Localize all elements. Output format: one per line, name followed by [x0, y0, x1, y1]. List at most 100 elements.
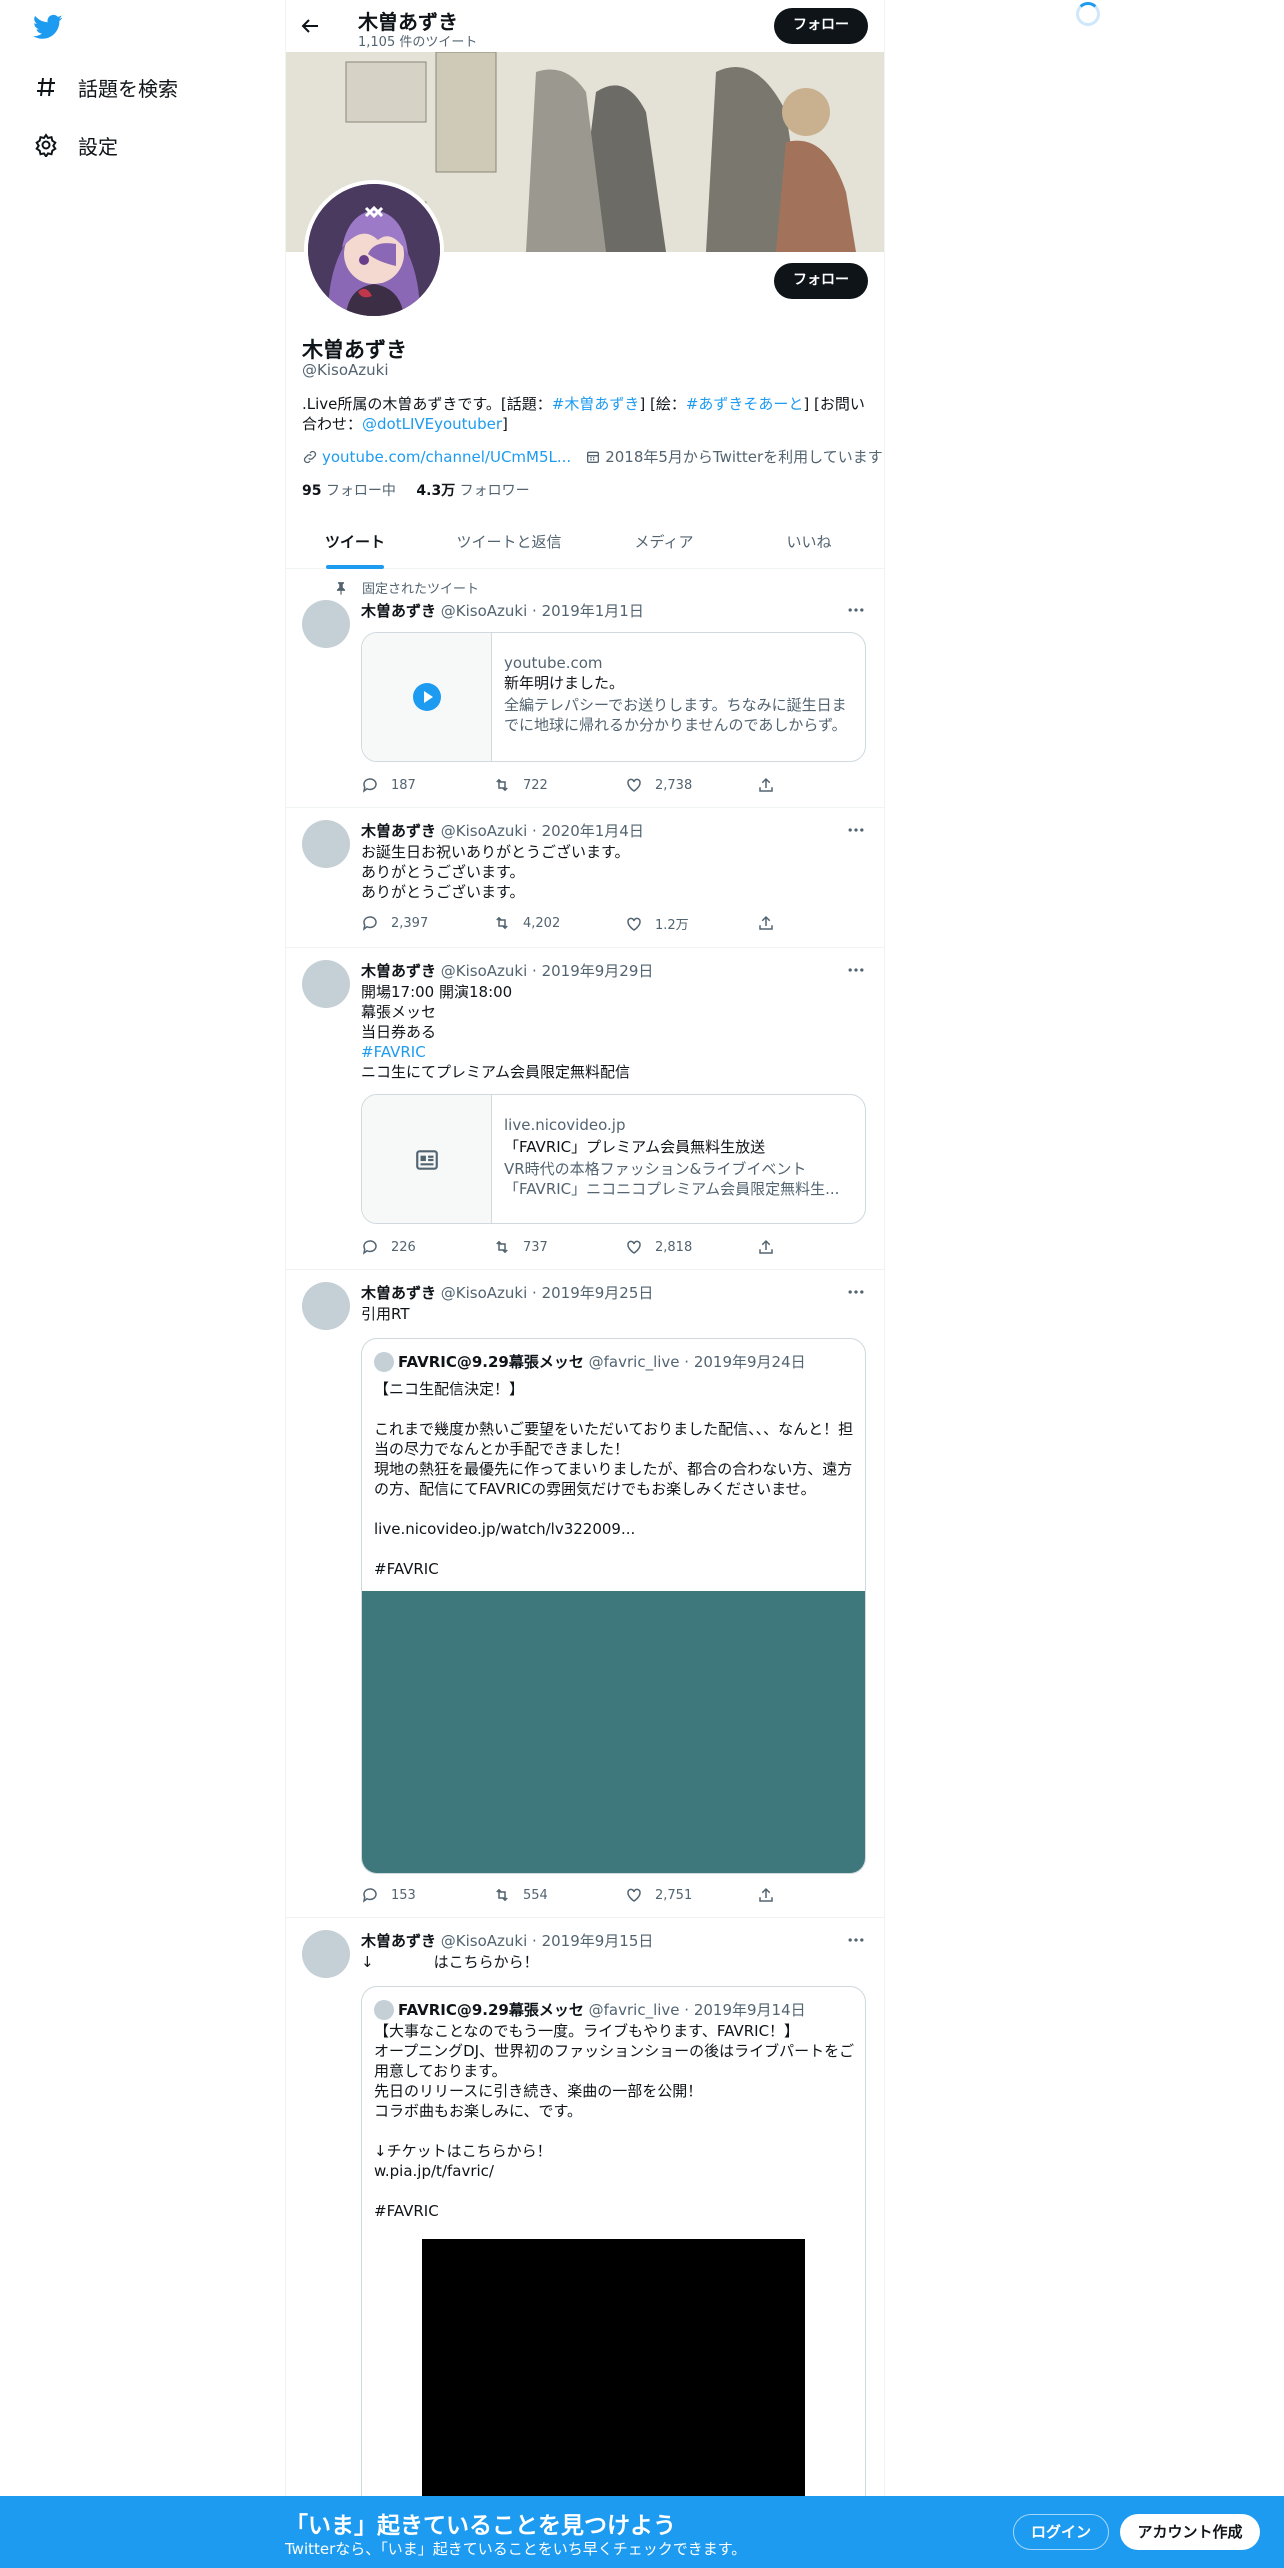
like-button[interactable]: 1.2万: [625, 914, 689, 933]
retweet-icon: [496, 916, 508, 930]
card-domain: youtube.com: [504, 654, 603, 672]
following-link[interactable]: 95 フォロー中: [302, 483, 396, 499]
reply-button[interactable]: 226: [361, 1238, 416, 1256]
retweet-count: 737: [523, 1239, 548, 1255]
profile-url-link[interactable]: youtube.com/channel/UCmM5L...: [322, 448, 571, 466]
tweet-author[interactable]: 木曽あずき: [361, 822, 436, 840]
heart-icon: [627, 917, 641, 931]
back-arrow-icon[interactable]: [298, 14, 322, 38]
reply-count: 187: [391, 777, 416, 793]
quoted-author: FAVRIC@9.29幕張メッセ: [398, 1353, 584, 1371]
gear-icon: [35, 133, 57, 157]
share-button[interactable]: [757, 776, 787, 794]
bio-hashtag-link[interactable]: #あずきそあーと: [686, 395, 804, 413]
tweet-actions: 226 737 2,818: [361, 1238, 801, 1258]
nav-settings[interactable]: 設定: [34, 125, 118, 165]
profile-avatar[interactable]: [304, 180, 444, 320]
profile-tabs: ツイート ツイートと返信 メディア いいね: [286, 516, 884, 569]
tweet-text: ↓ はこちらから！: [361, 1953, 539, 1971]
reply-count: 226: [391, 1239, 416, 1255]
tweet-author[interactable]: 木曽あずき: [361, 1932, 436, 1950]
bio-text: ]: [501, 415, 508, 433]
pin-icon: [336, 581, 346, 595]
signup-button[interactable]: アカウント作成: [1120, 2514, 1260, 2550]
nav-explore[interactable]: 話題を検索: [34, 67, 178, 107]
tweet-avatar[interactable]: [302, 820, 350, 868]
reply-button[interactable]: 2,397: [361, 914, 428, 932]
share-button[interactable]: [757, 914, 787, 932]
link-card[interactable]: youtube.com 新年明けました。 全編テレパシーでお送りします。ちなみに…: [361, 632, 866, 762]
tweet[interactable]: 木曽あずき @KisoAzuki · 2019年9月15日 ↓ はこちらから！ …: [286, 1918, 884, 2568]
retweet-button[interactable]: 4,202: [493, 914, 560, 932]
quoted-tweet[interactable]: FAVRIC@9.29幕張メッセ @favric_live · 2019年9月1…: [361, 1986, 866, 2568]
login-button[interactable]: ログイン: [1013, 2514, 1109, 2550]
followers-link[interactable]: 4.3万 フォロワー: [416, 483, 529, 499]
tweet-avatar[interactable]: [302, 600, 350, 648]
following-count: 95: [302, 483, 322, 499]
tweet-author[interactable]: 木曽あずき: [361, 962, 436, 980]
nav-settings-label: 設定: [78, 134, 118, 159]
tab-likes[interactable]: いいね: [734, 516, 884, 569]
tweet[interactable]: 木曽あずき @KisoAzuki · 2019年9月25日 引用RT FAVRI…: [286, 1270, 884, 1918]
reply-button[interactable]: 187: [361, 776, 416, 794]
tweet-meta: @KisoAzuki · 2019年9月15日: [440, 1932, 654, 1950]
tweet-author[interactable]: 木曽あずき: [361, 1284, 436, 1302]
twitter-logo-icon[interactable]: [33, 12, 63, 42]
tweet[interactable]: 木曽あずき @KisoAzuki · 2019年9月29日 開場17:00 開演…: [286, 948, 884, 1270]
retweet-button[interactable]: 737: [493, 1238, 548, 1256]
like-button[interactable]: 2,818: [625, 1238, 692, 1256]
quoted-media[interactable]: [362, 1591, 865, 1873]
share-button[interactable]: [757, 1886, 787, 1904]
link-card[interactable]: live.nicovideo.jp 「FAVRIC」プレミアム会員無料生放送 V…: [361, 1094, 866, 1224]
profile-counts: 95 フォロー中 4.3万 フォロワー: [302, 480, 530, 500]
profile-follow-button[interactable]: フォロー: [774, 263, 868, 299]
like-button[interactable]: 2,751: [625, 1886, 692, 1904]
reply-icon: [362, 778, 377, 793]
share-button[interactable]: [757, 1238, 787, 1256]
quoted-text: 【大事なことなのでもう一度。ライブもやります、FAVRIC！】 オープニングDJ…: [374, 2022, 855, 2220]
retweet-button[interactable]: 722: [493, 776, 548, 794]
heart-icon: [627, 1888, 641, 1902]
more-icon[interactable]: [846, 1282, 866, 1302]
tweet-meta: @KisoAzuki · 2019年9月29日: [440, 962, 654, 980]
tweet-avatar[interactable]: [302, 1930, 350, 1978]
quoted-meta: @favric_live · 2019年9月14日: [588, 2001, 806, 2019]
retweet-button[interactable]: 554: [493, 1886, 548, 1904]
tab-media[interactable]: メディア: [594, 516, 734, 569]
tweet-author[interactable]: 木曽あずき: [361, 602, 436, 620]
retweet-count: 4,202: [523, 915, 561, 931]
profile-bio: .Live所属の木曽あずきです。[話題：#木曽あずき] [絵：#あずきそあーと]…: [302, 394, 868, 434]
quoted-avatar: [374, 1999, 394, 2020]
hashtag-link[interactable]: #FAVRIC: [361, 1043, 426, 1061]
play-icon: [413, 683, 441, 711]
header-follow-button[interactable]: フォロー: [774, 8, 868, 44]
tab-tweets[interactable]: ツイート: [286, 516, 424, 569]
quoted-tweet[interactable]: FAVRIC@9.29幕張メッセ @favric_live · 2019年9月2…: [361, 1338, 866, 1874]
quoted-tweet-header: FAVRIC@9.29幕張メッセ @favric_live · 2019年9月2…: [374, 1351, 806, 1372]
retweet-count: 722: [523, 777, 548, 793]
link-icon: [303, 450, 317, 463]
heart-icon: [627, 1240, 641, 1254]
card-title: 新年明けました。: [504, 674, 625, 692]
bottom-bar: 「いま」起きていることを見つけよう Twitterなら、「いま」起きていることを…: [0, 2496, 1284, 2568]
tab-tweets-and-replies[interactable]: ツイートと返信: [424, 516, 594, 569]
bio-hashtag-link[interactable]: #木曽あずき: [552, 395, 640, 413]
tweet-avatar[interactable]: [302, 960, 350, 1008]
quoted-author: FAVRIC@9.29幕張メッセ: [398, 2001, 584, 2019]
share-icon: [759, 1239, 773, 1254]
more-icon[interactable]: [846, 600, 866, 620]
bio-mention-link[interactable]: @dotLIVEyoutuber: [362, 415, 502, 433]
like-button[interactable]: 2,738: [625, 776, 692, 794]
profile-joined: 2018年5月からTwitterを利用しています: [605, 448, 883, 466]
more-icon[interactable]: [846, 960, 866, 980]
reply-button[interactable]: 153: [361, 1886, 416, 1904]
tweet-avatar[interactable]: [302, 1282, 350, 1330]
tweet[interactable]: 木曽あずき @KisoAzuki · 2020年1月4日 お誕生日お祝いありがと…: [286, 808, 884, 948]
more-icon[interactable]: [846, 820, 866, 840]
profile-header: 木曽あずき 1,105 件のツイート フォロー: [286, 0, 884, 52]
nav-explore-label: 話題を検索: [78, 76, 178, 101]
quoted-meta: @favric_live · 2019年9月24日: [588, 1353, 806, 1371]
article-icon: [416, 1150, 438, 1170]
more-icon[interactable]: [846, 1930, 866, 1950]
tweet[interactable]: 固定されたツイート 木曽あずき @KisoAzuki · 2019年1月1日 y…: [286, 570, 884, 808]
